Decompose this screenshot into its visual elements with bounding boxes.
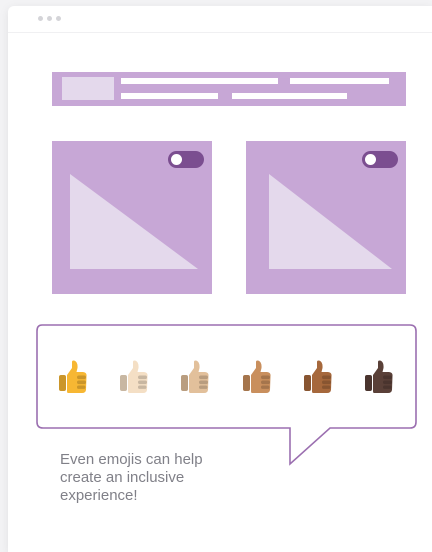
text-line-placeholder bbox=[232, 93, 347, 99]
text-line-placeholder bbox=[121, 78, 278, 84]
window-dot[interactable] bbox=[47, 16, 52, 21]
window-titlebar bbox=[8, 6, 432, 33]
image-card[interactable] bbox=[52, 141, 212, 294]
window-dot[interactable] bbox=[38, 16, 43, 21]
thumbs-up-default-icon[interactable] bbox=[58, 360, 88, 394]
caption-line: Even emojis can help bbox=[60, 451, 203, 468]
toggle-switch[interactable] bbox=[362, 151, 398, 168]
header-thumbnail-placeholder bbox=[62, 77, 114, 100]
caption-text: Even emojis can help create an inclusive… bbox=[60, 451, 280, 505]
thumbs-up-dark-skin-icon[interactable] bbox=[364, 360, 394, 394]
emoji-skin-tone-row bbox=[58, 357, 394, 397]
window-controls bbox=[38, 16, 61, 21]
thumbs-up-medium-skin-icon[interactable] bbox=[242, 360, 272, 394]
text-line-placeholder bbox=[121, 93, 218, 99]
toggle-knob bbox=[171, 154, 182, 165]
text-line-placeholder bbox=[290, 78, 389, 84]
thumbs-up-light-skin-icon[interactable] bbox=[119, 360, 149, 394]
thumbs-up-medium-dark-skin-icon[interactable] bbox=[303, 360, 333, 394]
window-dot[interactable] bbox=[56, 16, 61, 21]
header-placeholder bbox=[52, 72, 406, 106]
caption-line: create an inclusive bbox=[60, 469, 185, 486]
caption-line: experience! bbox=[60, 487, 138, 504]
thumbs-up-medium-light-skin-icon[interactable] bbox=[180, 360, 210, 394]
image-card[interactable] bbox=[246, 141, 406, 294]
toggle-knob bbox=[365, 154, 376, 165]
toggle-switch[interactable] bbox=[168, 151, 204, 168]
